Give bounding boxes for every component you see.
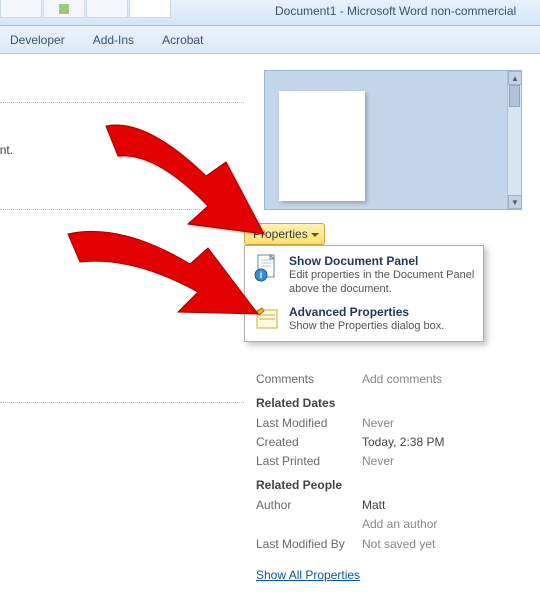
tab-acrobat[interactable]: Acrobat [162,33,203,47]
tab-addins[interactable]: Add-Ins [93,33,134,47]
menu-item-title: Show Document Panel [289,254,475,268]
scroll-up-icon[interactable]: ▲ [508,71,522,85]
last-modified-label: Last Modified [256,416,362,430]
menu-item-advanced-properties[interactable]: Advanced Properties Show the Properties … [245,301,483,338]
window-tab[interactable] [86,0,128,18]
document-info-icon: i [253,254,281,282]
ribbon-tabs: Developer Add-Ins Acrobat [0,26,540,54]
menu-item-title: Advanced Properties [289,305,475,319]
properties-sheet-icon [253,305,281,333]
prepare-text-fragment: ains: [0,326,244,340]
permissions-text-fragment: t of this document. [0,143,244,157]
related-people-heading: Related People [256,478,506,492]
last-modified-by-value: Not saved yet [362,537,435,551]
title-bar: Document1 - Microsoft Word non-commercia… [0,0,540,26]
menu-item-description: Show the Properties dialog box. [289,320,475,334]
scroll-thumb[interactable] [509,85,520,107]
preview-scrollbar[interactable]: ▲ ▼ [507,71,521,209]
svg-text:i: i [260,270,263,280]
document-preview: ▲ ▼ [264,70,522,210]
backstage-panel: t of this document. ains: e. ▲ ▼ Propert… [0,54,540,611]
window-title: Document1 - Microsoft Word non-commercia… [275,4,516,18]
scroll-down-icon[interactable]: ▼ [508,195,522,209]
related-dates-heading: Related Dates [256,396,506,410]
versions-text-fragment: e. [0,481,244,495]
last-printed-label: Last Printed [256,454,362,468]
comments-label: Comments [256,372,362,386]
menu-item-description: Edit properties in the Document Panel ab… [289,269,475,297]
excel-icon [59,4,69,14]
created-value: Today, 2:38 PM [362,435,445,449]
tab-developer[interactable]: Developer [10,33,65,47]
menu-item-show-document-panel[interactable]: i Show Document Panel Edit properties in… [245,250,483,301]
window-tab-active[interactable] [129,0,171,18]
last-modified-by-label: Last Modified By [256,537,362,551]
author-label: Author [256,498,362,512]
created-label: Created [256,435,362,449]
window-tab[interactable] [43,0,85,18]
add-author-label [256,517,362,531]
divider [0,102,244,103]
page-thumbnail [279,91,365,201]
last-modified-value: Never [362,416,394,430]
properties-dropdown-menu: i Show Document Panel Edit properties in… [244,245,484,342]
show-all-properties-link[interactable]: Show All Properties [256,568,360,582]
window-tab[interactable] [0,0,42,18]
divider [0,209,244,210]
author-value: Matt [362,498,385,512]
left-column: t of this document. ains: e. [0,54,244,611]
divider [0,402,244,403]
add-author-field[interactable]: Add an author [362,517,437,531]
window-tabs [0,0,171,20]
comments-value[interactable]: Add comments [362,372,442,386]
last-printed-value: Never [362,454,394,468]
properties-grid: CommentsAdd comments Related Dates Last … [256,372,506,582]
properties-dropdown-button[interactable]: Properties [244,223,325,245]
